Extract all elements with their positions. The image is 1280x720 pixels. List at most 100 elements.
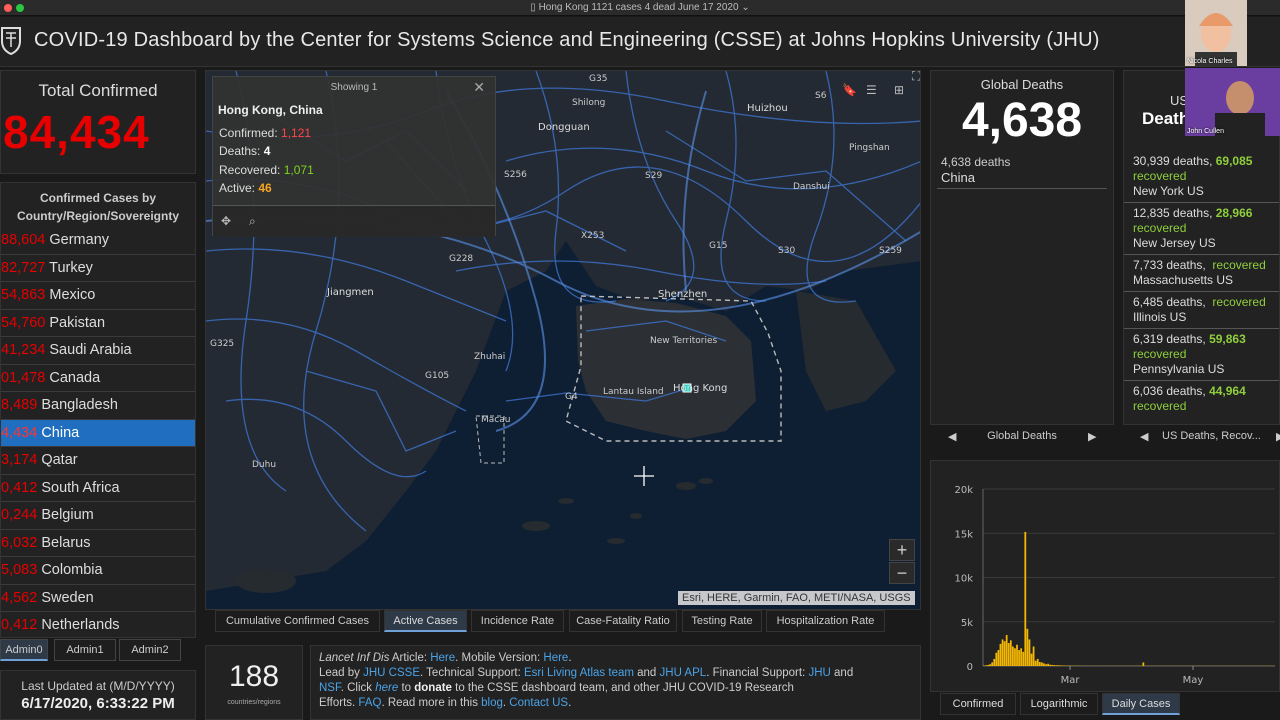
list-item[interactable]: 88,604 Germany <box>1 227 195 255</box>
list-item[interactable]: 6,485 deaths, recovered Illinois US <box>1124 292 1279 329</box>
dashboard-header: COVID-19 Dashboard by the Center for Sys… <box>0 17 1280 67</box>
list-item[interactable]: 6,036 deaths, 44,964 recovered <box>1124 381 1279 417</box>
tab-incidence-rate[interactable]: Incidence Rate <box>471 610 564 632</box>
info-panel: Lancet Inf Dis Article: Here. Mobile Ver… <box>310 645 921 720</box>
esri-link[interactable]: Esri Living Atlas team <box>524 667 634 679</box>
popup-recovered: Recovered: 1,071 <box>219 163 314 177</box>
map-label: Pingshan <box>849 143 890 153</box>
list-item[interactable]: 12,835 deaths, 28,966 recovered New Jersey… <box>1124 203 1279 255</box>
tab-cumulative-confirmed[interactable]: Cumulative Confirmed Cases <box>215 610 380 632</box>
lancet-article-link[interactable]: Here <box>430 652 455 664</box>
chart-bar <box>1053 665 1056 666</box>
list-item[interactable]: 5,083 Colombia <box>1 557 195 585</box>
tab-admin1[interactable]: Admin1 <box>54 639 116 661</box>
y-tick-label: 20k <box>954 485 973 496</box>
zoom-to-icon[interactable]: ⌕ <box>249 214 256 229</box>
chevron-right-icon[interactable]: ▶ <box>1088 430 1096 443</box>
map-tabs: Cumulative Confirmed Cases Active Cases … <box>205 610 921 634</box>
map-label: Lantau Island <box>603 387 664 397</box>
map-label: Huizhou <box>747 103 788 114</box>
chart-bar <box>1009 640 1012 666</box>
document-icon: ▯ <box>530 2 539 13</box>
list-item[interactable]: 7,733 deaths, recovered Massachusetts US <box>1124 255 1279 292</box>
last-updated-label: Last Updated at (M/D/YYYY) <box>21 679 175 693</box>
list-item[interactable]: 41,234 Saudi Arabia <box>1 337 195 365</box>
zoom-out-button[interactable]: − <box>889 562 915 584</box>
us-deaths-nav: ◀ US Deaths, Recov... ▶ <box>1130 426 1280 448</box>
fullscreen-icon[interactable]: ⛶ <box>912 71 920 84</box>
tab-hospitalization-rate[interactable]: Hospitalization Rate <box>766 610 885 632</box>
faq-link[interactable]: FAQ <box>358 697 381 709</box>
map-label: Shilong <box>572 98 605 108</box>
chart-bar <box>1014 648 1016 666</box>
country-list[interactable]: 88,604 Germany 82,727 Turkey 54,863 Mexi… <box>1 227 195 637</box>
chart-tabs: Confirmed Logarithmic Daily Cases <box>940 693 1280 717</box>
chart-bar <box>1024 531 1027 666</box>
close-icon[interactable]: ✕ <box>473 79 485 96</box>
map-label: S29 <box>645 171 662 181</box>
list-item[interactable]: 82,727 Turkey <box>1 255 195 282</box>
tab-logarithmic[interactable]: Logarithmic <box>1020 693 1098 715</box>
list-icon[interactable]: ☰ <box>866 83 877 97</box>
chevron-left-icon[interactable]: ◀ <box>1140 430 1148 443</box>
jhu-csse-link[interactable]: JHU CSSE <box>363 667 420 679</box>
global-deaths-panel: Global Deaths 4,638 4,638 deaths China <box>930 70 1114 425</box>
list-item[interactable]: 54,863 Mexico <box>1 282 195 310</box>
map-label: Shenzhen <box>658 289 707 300</box>
list-item[interactable]: 8,489 Bangladesh <box>1 392 195 420</box>
list-item[interactable]: 30,939 deaths, 69,085 recovered New York U… <box>1124 151 1279 203</box>
nsf-link[interactable]: NSF <box>319 682 341 694</box>
popup-toolbar: ✥ ⌕ <box>213 205 495 237</box>
us-deaths-list[interactable]: 30,939 deaths, 69,085 recovered New York U… <box>1124 151 1279 417</box>
chart-bar <box>1036 658 1039 666</box>
y-tick-label: 15k <box>954 529 973 540</box>
blog-link[interactable]: blog <box>481 697 503 709</box>
map-label: S30 <box>778 246 795 256</box>
y-tick-label: 5k <box>961 618 973 629</box>
total-confirmed-label: Total Confirmed <box>38 81 158 100</box>
bookmark-icon[interactable]: 🔖 <box>842 83 857 97</box>
list-item[interactable]: 0,412 South Africa <box>1 475 195 502</box>
webcam-tile: Nicola Charles <box>1185 0 1247 66</box>
list-item[interactable]: 6,032 Belarus <box>1 530 195 557</box>
list-item[interactable]: 4,562 Sweden <box>1 585 195 612</box>
list-item-selected[interactable]: 4,434 China <box>1 419 195 447</box>
list-item[interactable]: 0,244 Belgium <box>1 502 195 530</box>
tab-case-fatality-ratio[interactable]: Case-Fatality Ratio <box>569 610 677 632</box>
list-item[interactable]: 01,478 Canada <box>1 365 195 392</box>
map-label: S259 <box>879 246 902 256</box>
tab-admin2[interactable]: Admin2 <box>119 639 181 661</box>
mobile-version-link[interactable]: Here <box>543 652 568 664</box>
webcam-tile: John Cullen <box>1185 68 1280 136</box>
map-label: G4 <box>565 392 578 402</box>
list-item[interactable]: 0,412 Netherlands <box>1 612 195 637</box>
total-confirmed-value: 84,434 <box>3 106 150 158</box>
webcam-name: Nicola Charles <box>1187 58 1233 65</box>
jhu-apl-link[interactable]: JHU APL <box>660 667 707 679</box>
confirmed-by-country-panel[interactable]: Confirmed Cases by Country/Region/Sovere… <box>0 182 196 638</box>
chevron-right-icon[interactable]: ▶ <box>1276 430 1280 443</box>
list-item[interactable]: 6,319 deaths, 59,863 recovered Pennsylvani… <box>1124 329 1279 381</box>
tab-confirmed[interactable]: Confirmed <box>940 693 1016 715</box>
chart-bar <box>999 643 1002 666</box>
us-deaths-nav-label: US Deaths, Recov... <box>1162 430 1261 442</box>
countries-label: countries/regions <box>227 699 281 706</box>
tab-testing-rate[interactable]: Testing Rate <box>682 610 762 632</box>
tab-admin0[interactable]: Admin0 <box>0 639 48 661</box>
tab-daily-cases[interactable]: Daily Cases <box>1102 693 1180 715</box>
list-item[interactable]: 3,174 Qatar <box>1 447 195 475</box>
zoom-in-button[interactable]: + <box>889 539 915 561</box>
chart-bar <box>997 650 1000 666</box>
basemap-gallery-icon[interactable]: ⊞ <box>894 83 904 97</box>
chart-bar <box>1003 641 1006 666</box>
list-item[interactable]: 54,760 Pakistan <box>1 310 195 337</box>
donate-here-link[interactable]: here <box>375 682 398 694</box>
tab-active-cases[interactable]: Active Cases <box>384 610 467 632</box>
chart-bar <box>1034 660 1037 666</box>
countries-count-panel: 188 countries/regions <box>205 645 303 720</box>
global-deaths-nav: ◀ Global Deaths ▶ <box>930 426 1114 448</box>
map-label: Hong Kong <box>673 383 727 394</box>
jhu-link[interactable]: JHU <box>808 667 830 679</box>
contact-us-link[interactable]: Contact US <box>509 697 568 709</box>
pan-icon[interactable]: ✥ <box>221 214 231 228</box>
